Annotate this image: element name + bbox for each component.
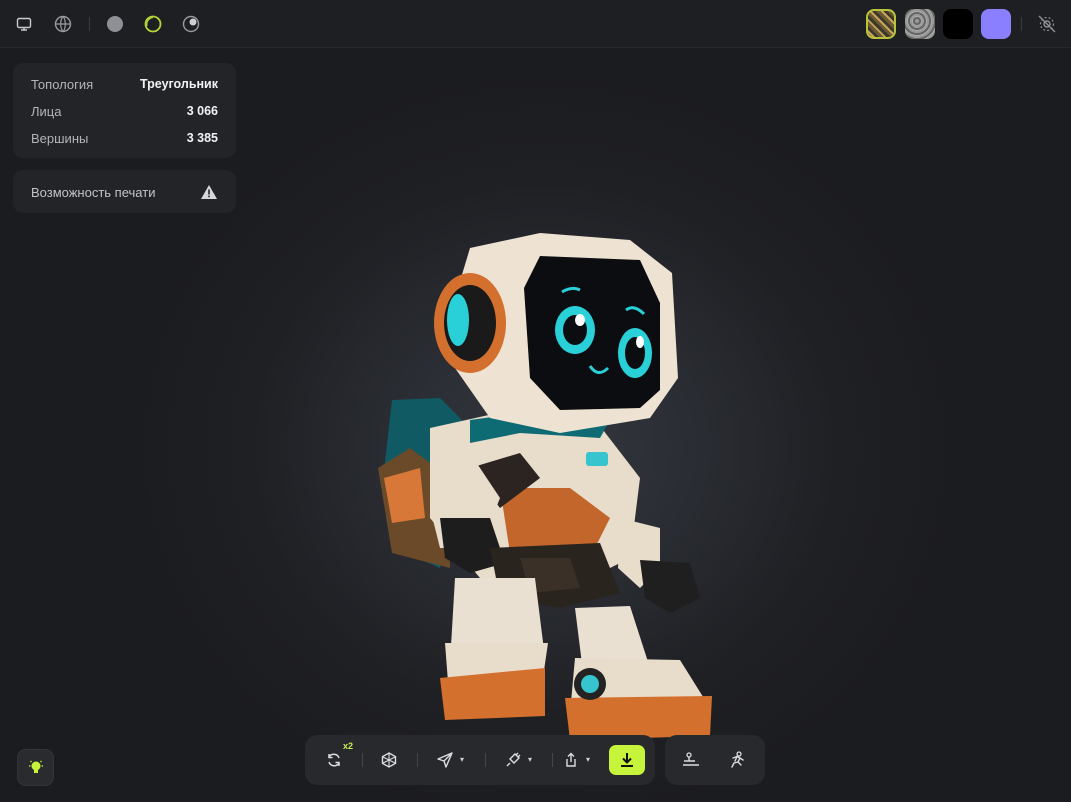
- share-dropdown-caret[interactable]: ▾: [586, 755, 590, 764]
- shaded-sphere-icon[interactable]: [181, 14, 201, 34]
- printability-label: Возможность печати: [31, 184, 156, 200]
- texture-swatch[interactable]: [866, 9, 896, 39]
- rig-animate-toolbar: [665, 735, 765, 785]
- send-dropdown-caret[interactable]: ▾: [460, 755, 464, 764]
- model-actions-toolbar: x2 ▾ ▾ ▾: [305, 735, 655, 785]
- printability-row: Возможность печати: [31, 182, 218, 202]
- animate-button[interactable]: [725, 748, 749, 772]
- rig-icon: [683, 752, 699, 766]
- mesh-button[interactable]: [377, 748, 401, 772]
- vertices-value: 3 385: [186, 131, 218, 145]
- topology-value: Треугольник: [139, 77, 218, 91]
- robot-model: [378, 233, 712, 740]
- monitor-icon[interactable]: [14, 14, 34, 34]
- send-icon: [437, 752, 453, 768]
- black-swatch[interactable]: [943, 9, 973, 39]
- faces-value: 3 066: [186, 104, 218, 118]
- purple-swatch[interactable]: [981, 9, 1011, 39]
- plugin-icon: [506, 752, 521, 767]
- toolbar-divider: [417, 753, 418, 767]
- download-icon: [621, 753, 633, 767]
- model-stats-panel: Топология Треугольник Лица 3 066 Вершины…: [13, 63, 236, 158]
- toolbar-divider: [485, 753, 486, 767]
- printability-panel[interactable]: Возможность печати: [13, 170, 236, 213]
- topology-row: Топология Треугольник: [31, 74, 218, 94]
- vertices-label: Вершины: [31, 130, 89, 146]
- plugin-button[interactable]: [501, 748, 525, 772]
- animate-icon: [731, 751, 744, 768]
- warning-icon: [200, 184, 218, 200]
- faces-label: Лица: [31, 103, 62, 119]
- toolbar-divider: [552, 753, 553, 767]
- globe-icon[interactable]: [53, 14, 73, 34]
- rig-button[interactable]: [679, 748, 703, 772]
- solid-sphere-icon[interactable]: [105, 14, 125, 34]
- share-icon: [566, 752, 576, 767]
- 3d-viewport[interactable]: [0, 48, 1071, 802]
- lighting-settings-icon[interactable]: [1037, 14, 1057, 34]
- topbar-divider-right: [1021, 17, 1022, 31]
- lightbulb-icon: [28, 759, 44, 777]
- share-button[interactable]: [559, 748, 583, 772]
- topbar-divider: [89, 17, 90, 31]
- top-toolbar: [0, 0, 1071, 48]
- send-button[interactable]: [433, 748, 457, 772]
- topology-label: Топология: [31, 76, 94, 92]
- faces-row: Лица 3 066: [31, 101, 218, 121]
- toolbar-divider: [362, 753, 363, 767]
- retry-count-badge: x2: [343, 741, 354, 751]
- mesh-icon: [381, 752, 397, 768]
- retry-icon: [328, 753, 340, 767]
- hint-button[interactable]: [17, 749, 54, 786]
- download-button[interactable]: [609, 745, 645, 775]
- vertices-row: Вершины 3 385: [31, 128, 218, 148]
- plugin-dropdown-caret[interactable]: ▾: [528, 755, 532, 764]
- retry-button[interactable]: [322, 748, 346, 772]
- noise-swatch[interactable]: [905, 9, 935, 39]
- wireframe-sphere-icon[interactable]: [143, 14, 163, 34]
